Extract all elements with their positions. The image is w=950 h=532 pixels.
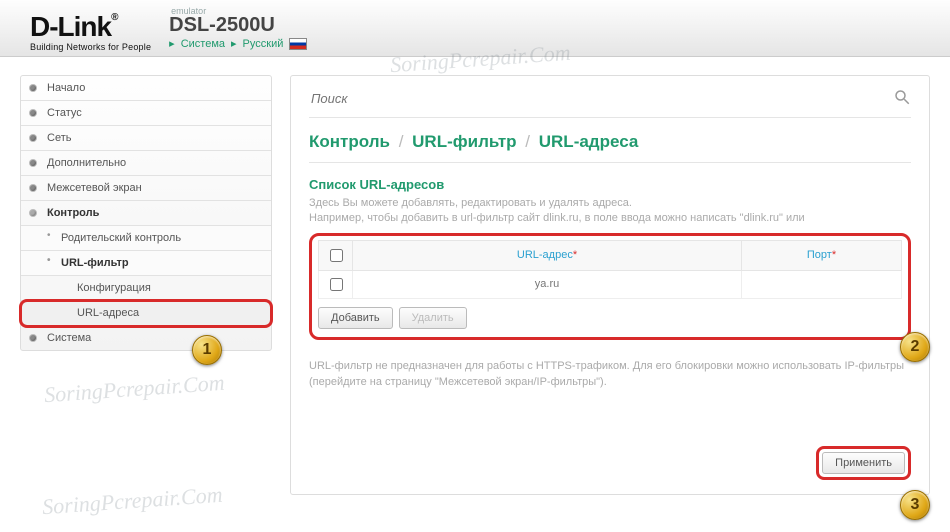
sidebar-item-label: Система bbox=[47, 332, 91, 344]
breadcrumb-sep: / bbox=[525, 132, 530, 151]
flag-ru-icon[interactable] bbox=[289, 38, 307, 50]
header: D-Link® Building Networks for People emu… bbox=[0, 0, 950, 57]
sidebar-item-control[interactable]: Контроль bbox=[21, 201, 271, 226]
breadcrumb-sep: / bbox=[399, 132, 404, 151]
col-url[interactable]: URL-адрес* bbox=[353, 240, 742, 270]
col-port[interactable]: Порт* bbox=[742, 240, 902, 270]
sidebar-item-label: Родительский контроль bbox=[61, 232, 181, 244]
crumb-language[interactable]: Русский bbox=[243, 38, 284, 50]
section-desc: Здесь Вы можете добавлять, редактировать… bbox=[309, 196, 911, 227]
add-button[interactable]: Добавить bbox=[318, 307, 393, 329]
sidebar-menu: Начало Статус Сеть Дополнительно Межсете… bbox=[20, 75, 272, 351]
search-icon[interactable] bbox=[893, 88, 911, 109]
sidebar-item-label: Сеть bbox=[47, 132, 71, 144]
sidebar-item-url-addresses[interactable]: URL-адреса bbox=[21, 301, 271, 326]
section-title: Список URL-адресов bbox=[309, 177, 911, 192]
sidebar-item-parental[interactable]: Родительский контроль bbox=[21, 226, 271, 251]
breadcrumb-part: URL-фильтр bbox=[412, 132, 516, 151]
sidebar-item-label: URL-фильтр bbox=[61, 257, 129, 269]
logo: D-Link® Building Networks for People bbox=[30, 13, 151, 52]
sidebar-item-config[interactable]: Конфигурация bbox=[21, 276, 271, 301]
sidebar-item-label: Дополнительно bbox=[47, 157, 126, 169]
header-crumbs: ▸ Система ▸ Русский bbox=[169, 37, 307, 50]
main-panel: Контроль / URL-фильтр / URL-адреса Списо… bbox=[290, 75, 930, 495]
crumb-system[interactable]: Система bbox=[181, 38, 225, 50]
sidebar: Начало Статус Сеть Дополнительно Межсете… bbox=[20, 75, 272, 495]
url-table-block: URL-адрес* Порт* ya.ru Добавить Удалить bbox=[309, 233, 911, 340]
breadcrumb: Контроль / URL-фильтр / URL-адреса bbox=[309, 132, 911, 163]
apply-wrap: Применить bbox=[816, 446, 911, 480]
table-row[interactable]: ya.ru bbox=[319, 270, 902, 298]
sidebar-item-system[interactable]: Система bbox=[21, 326, 271, 350]
sidebar-item-status[interactable]: Статус bbox=[21, 101, 271, 126]
select-all-checkbox[interactable] bbox=[330, 249, 343, 262]
chevron-right-icon: ▸ bbox=[169, 37, 175, 50]
sidebar-item-label: URL-адреса bbox=[77, 307, 139, 319]
breadcrumb-part: URL-адреса bbox=[539, 132, 639, 151]
logo-sub: Building Networks for People bbox=[30, 43, 151, 52]
row-checkbox[interactable] bbox=[330, 278, 343, 291]
model: DSL-2500U bbox=[169, 14, 307, 37]
chevron-right-icon: ▸ bbox=[231, 37, 237, 50]
url-table: URL-адрес* Порт* ya.ru bbox=[318, 240, 902, 299]
col-check bbox=[319, 240, 353, 270]
badge-1: 1 bbox=[192, 335, 222, 365]
search-input[interactable] bbox=[309, 90, 893, 107]
apply-button[interactable]: Применить bbox=[822, 452, 905, 474]
sidebar-item-label: Статус bbox=[47, 107, 82, 119]
model-block: emulator DSL-2500U ▸ Система ▸ Русский bbox=[169, 6, 307, 50]
breadcrumb-part: Контроль bbox=[309, 132, 390, 151]
logo-main: D-Link® bbox=[30, 13, 151, 41]
badge-2: 2 bbox=[900, 332, 930, 362]
sidebar-item-firewall[interactable]: Межсетевой экран bbox=[21, 176, 271, 201]
sidebar-item-home[interactable]: Начало bbox=[21, 76, 271, 101]
delete-button[interactable]: Удалить bbox=[399, 307, 467, 329]
cell-port[interactable] bbox=[742, 270, 902, 298]
badge-3: 3 bbox=[900, 490, 930, 520]
sidebar-item-label: Конфигурация bbox=[77, 282, 151, 294]
https-note: URL-фильтр не предназначен для работы с … bbox=[309, 358, 911, 391]
sidebar-item-network[interactable]: Сеть bbox=[21, 126, 271, 151]
sidebar-item-label: Контроль bbox=[47, 207, 99, 219]
cell-url[interactable]: ya.ru bbox=[353, 270, 742, 298]
sidebar-item-urlfilter[interactable]: URL-фильтр bbox=[21, 251, 271, 276]
sidebar-item-label: Межсетевой экран bbox=[47, 182, 142, 194]
sidebar-item-label: Начало bbox=[47, 82, 85, 94]
search-row bbox=[309, 88, 911, 118]
sidebar-item-advanced[interactable]: Дополнительно bbox=[21, 151, 271, 176]
